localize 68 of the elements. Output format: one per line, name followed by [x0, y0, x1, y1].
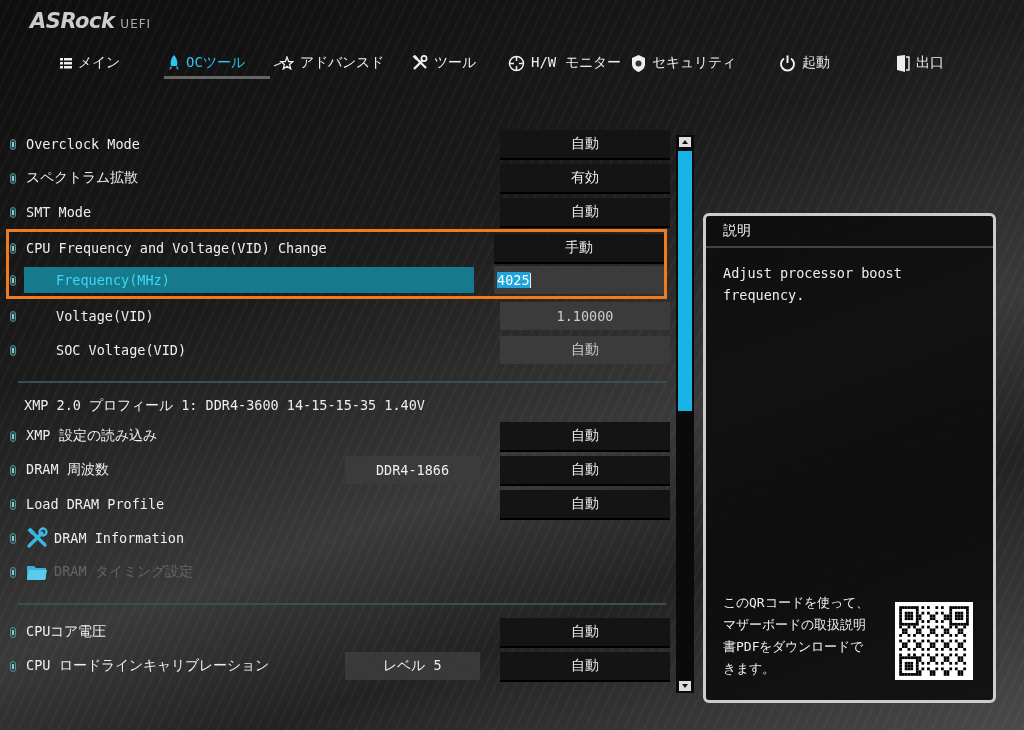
- setting-label[interactable]: Load DRAM Profile: [26, 491, 480, 517]
- value-field[interactable]: 自動: [500, 336, 670, 364]
- current-value: DDR4-1866: [345, 456, 480, 484]
- menu-tab[interactable]: ツール: [408, 50, 504, 79]
- menu-tab[interactable]: OCツール: [164, 50, 270, 79]
- qr-caption: このQRコードを使って、マザーボードの取扱説明書PDFをダウンロードできます。: [723, 594, 870, 678]
- menu-tab[interactable]: アドバンスド: [270, 50, 408, 79]
- setting-label[interactable]: SMT Mode: [26, 199, 480, 225]
- scroll-up-icon: [679, 137, 691, 147]
- bullet-icon: [10, 626, 16, 638]
- current-value: レベル 5: [345, 652, 480, 680]
- submenu-item[interactable]: DRAM Information: [26, 527, 185, 549]
- setting-label[interactable]: XMP 設定の読み込み: [26, 423, 480, 449]
- setting-label[interactable]: DRAM 周波数: [26, 457, 325, 483]
- setting-label[interactable]: Overclock Mode: [26, 131, 480, 157]
- menu-tab[interactable]: セキュリティ: [627, 50, 775, 79]
- option-button[interactable]: 手動: [494, 234, 664, 262]
- bullet-icon: [10, 172, 16, 184]
- option-button[interactable]: 自動: [500, 456, 670, 484]
- bullet-icon: [10, 660, 16, 672]
- setting-label[interactable]: CPU ロードラインキャリブレーション: [26, 653, 325, 679]
- door-icon: [897, 54, 910, 72]
- option-button[interactable]: 自動: [500, 130, 670, 158]
- menu-tab[interactable]: 出口: [893, 50, 948, 79]
- bullet-icon: [10, 242, 16, 254]
- rocket-icon: [168, 55, 180, 71]
- bullet-icon: [10, 274, 16, 286]
- option-button[interactable]: 自動: [500, 422, 670, 450]
- option-button[interactable]: 自動: [500, 490, 670, 518]
- bullet-icon: [10, 138, 16, 150]
- bullet-icon: [10, 532, 16, 544]
- bullet-icon: [10, 206, 16, 218]
- help-text: Adjust processor boost frequency.: [722, 264, 903, 305]
- section-heading: XMP 2.0 プロフィール 1: DDR4-3600 14-15-15-35 1.40V: [23, 396, 426, 415]
- panel-title: 説明: [706, 216, 993, 248]
- option-button[interactable]: 自動: [500, 652, 670, 680]
- shield-icon: [631, 54, 646, 72]
- bullet-icon: [10, 344, 16, 356]
- scrollbar[interactable]: [676, 135, 694, 693]
- logo-suffix: UEFI: [120, 17, 152, 31]
- bullet-icon: [10, 498, 16, 510]
- setting-label[interactable]: CPUコア電圧: [26, 619, 480, 645]
- scroll-thumb[interactable]: [678, 151, 692, 411]
- qr-code-icon: [895, 602, 973, 680]
- menu-tab[interactable]: メイン: [56, 50, 164, 79]
- bullet-icon: [10, 430, 16, 442]
- option-button[interactable]: 自動: [500, 618, 670, 646]
- menu-tab[interactable]: H/W モニター: [504, 50, 627, 79]
- folder-icon: [26, 563, 48, 581]
- menu-tab[interactable]: 起動: [775, 50, 893, 79]
- power-icon: [779, 54, 796, 72]
- setting-label[interactable]: スペクトラム拡散: [26, 165, 480, 191]
- wrench-screwdriver-icon: [26, 527, 48, 549]
- bullet-icon: [10, 566, 16, 578]
- option-button[interactable]: 自動: [500, 198, 670, 226]
- brand-logo: ASRock: [30, 9, 115, 33]
- star-icon: [274, 56, 294, 70]
- setting-label[interactable]: CPU Frequency and Voltage(VID) Change: [26, 235, 474, 261]
- tools-icon: [412, 55, 428, 71]
- value-field[interactable]: 1.10000: [500, 302, 670, 330]
- bullet-icon: [10, 464, 16, 476]
- crosshair-icon: [508, 54, 525, 72]
- setting-label[interactable]: Voltage(VID): [24, 303, 480, 329]
- scroll-down-icon: [679, 681, 691, 691]
- setting-label[interactable]: SOC Voltage(VID): [24, 337, 480, 363]
- bullet-icon: [10, 310, 16, 322]
- list-icon: [60, 57, 72, 69]
- option-button[interactable]: 有効: [500, 164, 670, 192]
